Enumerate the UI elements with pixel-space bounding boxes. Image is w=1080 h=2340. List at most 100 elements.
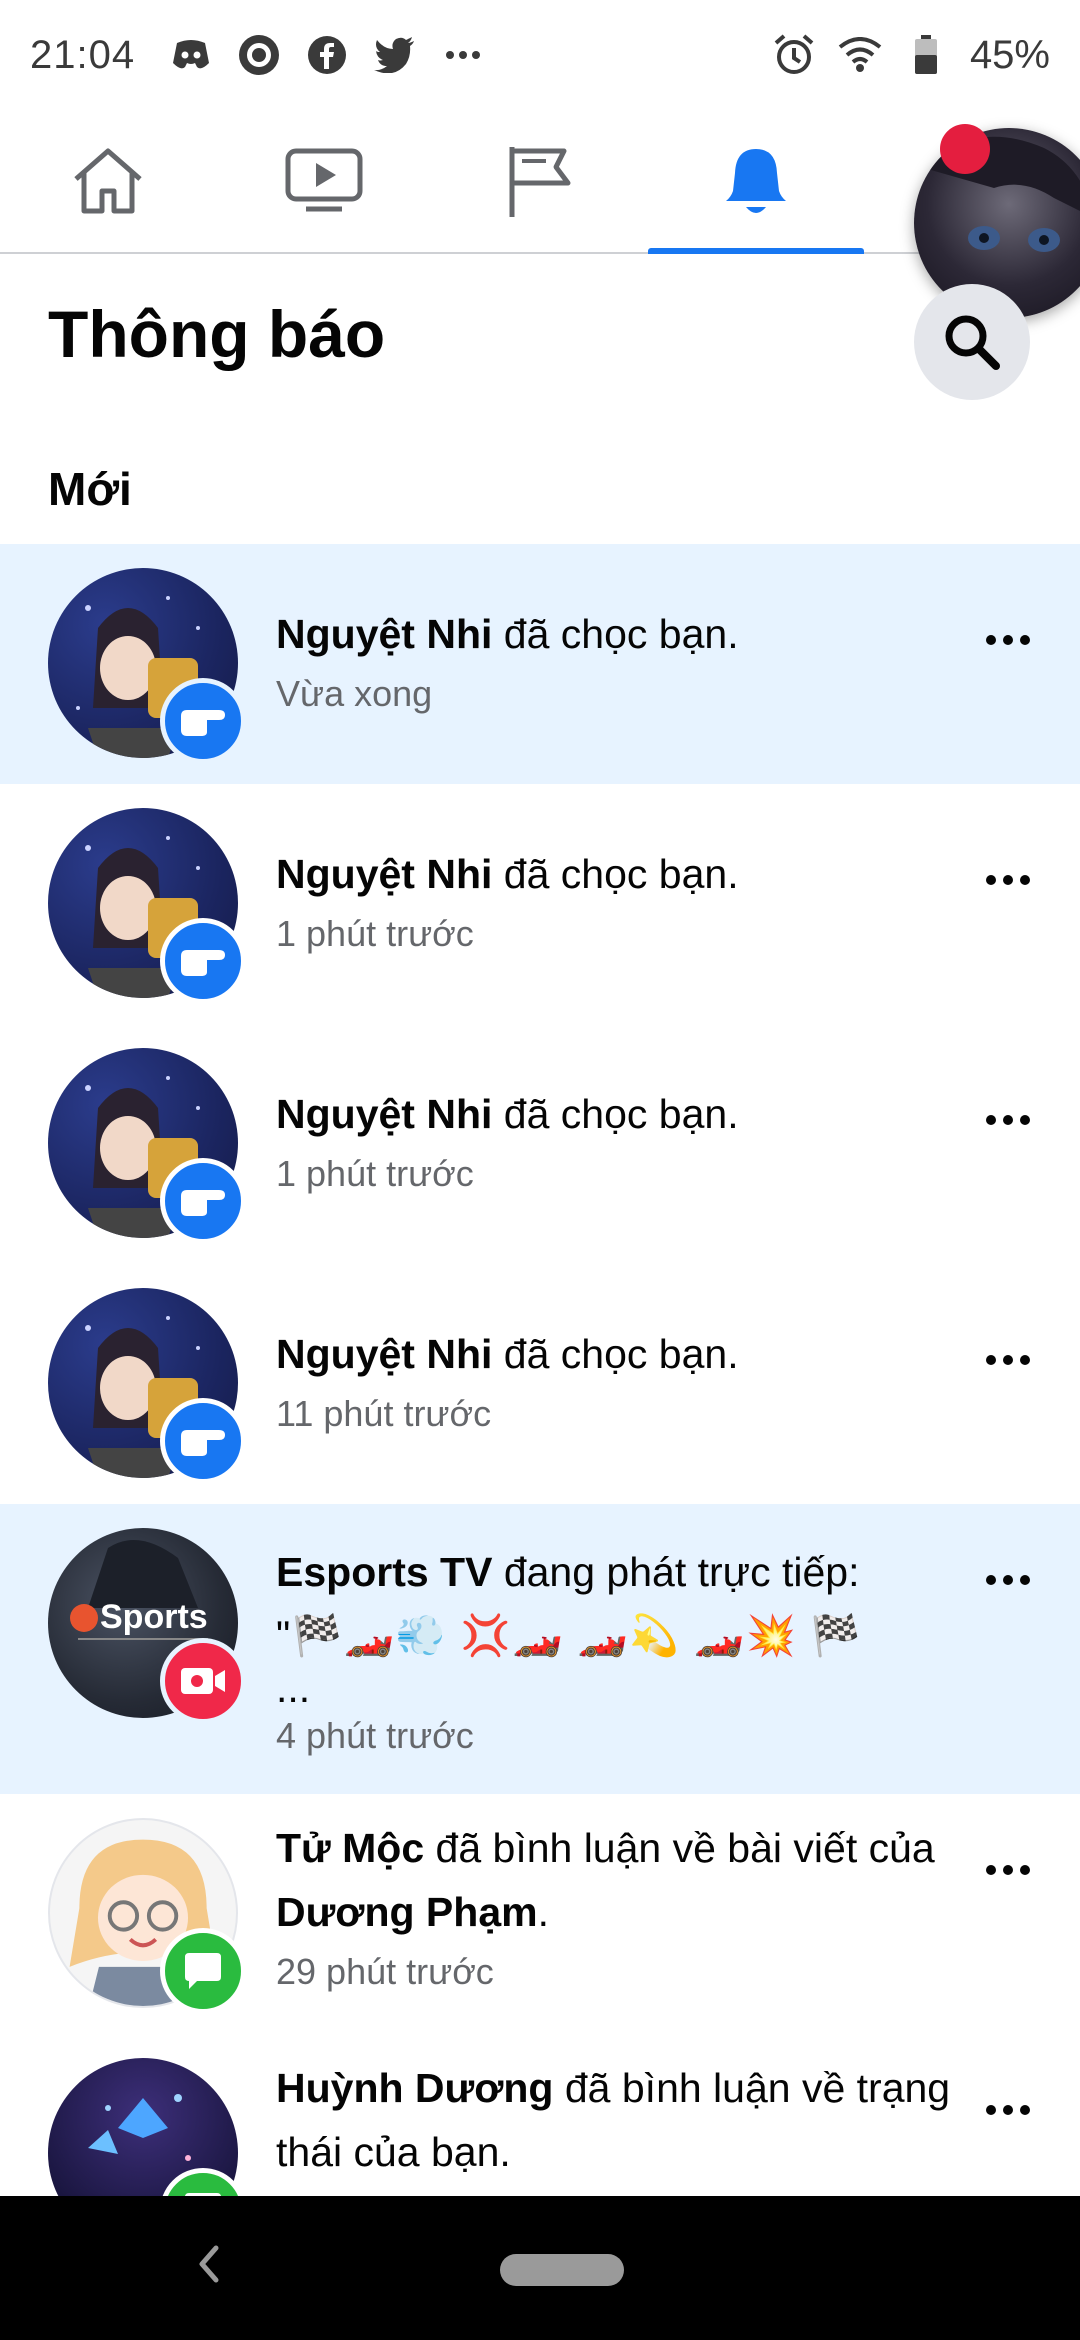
notification-text-ellipsis: ... <box>276 1665 311 1711</box>
notification-item[interactable]: Nguyệt Nhi đã chọc bạn. 11 phút trước <box>0 1264 1080 1504</box>
notification-text: Nguyệt Nhi đã chọc bạn. <box>276 842 952 906</box>
page-title: Thông báo <box>48 297 386 371</box>
twitter-icon <box>373 33 417 77</box>
more-options-button[interactable] <box>976 620 1040 660</box>
notification-item[interactable]: Nguyệt Nhi đã chọc bạn. Vừa xong <box>0 544 1080 784</box>
target-name: Dương Phạm <box>276 1889 538 1935</box>
notification-body: Nguyệt Nhi đã chọc bạn. 1 phút trước <box>276 1082 952 1198</box>
notification-time: 11 phút trước <box>276 1393 492 1434</box>
actor-name: Esports TV <box>276 1549 493 1595</box>
action-text: đã chọc bạn. <box>492 1331 739 1377</box>
action-text: đang phát trực tiếp: <box>492 1549 860 1595</box>
wifi-icon <box>838 33 882 77</box>
notification-body: Nguyệt Nhi đã chọc bạn. 11 phút trước <box>276 1322 952 1438</box>
poke-icon <box>181 1190 225 1216</box>
status-time: 21:04 <box>30 32 136 77</box>
more-options-button[interactable] <box>976 1100 1040 1140</box>
notification-text-extra: "🏁🏎️💨 💢🏎️ 🏎️💫 🏎️💥 🏁 <box>276 1614 863 1658</box>
poke-badge <box>160 678 246 764</box>
avatar-wrap <box>48 568 248 768</box>
poke-icon <box>181 1430 225 1456</box>
back-icon[interactable] <box>196 2244 220 2284</box>
poke-badge <box>160 918 246 1004</box>
chat-head-notification-dot <box>940 124 990 174</box>
live-badge <box>160 1638 246 1724</box>
avatar-wrap <box>48 808 248 1008</box>
tab-watch[interactable] <box>216 110 432 252</box>
action-text: đã chọc bạn. <box>492 611 739 657</box>
svg-text:Sports: Sports <box>100 1598 208 1636</box>
more-options-button[interactable] <box>976 1560 1040 1600</box>
home-pill-button[interactable] <box>500 2254 624 2286</box>
notification-list: Nguyệt Nhi đã chọc bạn. Vừa xong Nguyệt … <box>0 544 1080 2254</box>
tab-home[interactable] <box>0 110 216 252</box>
actor-name: Huỳnh Dương <box>276 2065 554 2111</box>
more-options-button[interactable] <box>976 860 1040 900</box>
search-button[interactable] <box>914 284 1030 400</box>
status-bar: 21:04 45% <box>0 0 1080 110</box>
alarm-icon <box>772 33 816 77</box>
notification-body: Nguyệt Nhi đã chọc bạn. Vừa xong <box>276 602 952 718</box>
page-header: Thông báo <box>0 254 1080 424</box>
poke-icon <box>181 710 225 736</box>
avatar-wrap <box>48 1048 248 1248</box>
battery-icon <box>904 33 948 77</box>
notification-time: Vừa xong <box>276 673 433 714</box>
discord-icon <box>169 33 213 77</box>
more-options-button[interactable] <box>976 1850 1040 1890</box>
app-icon <box>237 33 281 77</box>
poke-icon <box>181 950 225 976</box>
action-text: đã bình luận về bài viết của <box>424 1825 935 1871</box>
section-label-new: Mới <box>48 463 132 515</box>
comment-badge <box>160 1928 246 2014</box>
action-text: đã chọc bạn. <box>492 1091 739 1137</box>
actor-name: Nguyệt Nhi <box>276 1091 493 1137</box>
more-icon <box>441 33 485 77</box>
home-icon <box>74 148 142 214</box>
notification-body: Esports TV đang phát trực tiếp: "🏁🏎️💨 💢🏎… <box>276 1540 952 1760</box>
actor-name: Nguyệt Nhi <box>276 851 493 897</box>
battery-percent: 45% <box>969 32 1050 77</box>
notification-item[interactable]: Sports Esports TV đang phát trực tiếp: "… <box>0 1504 1080 1794</box>
action-text: đã chọc bạn. <box>492 851 739 897</box>
notification-time: 1 phút trước <box>276 1153 474 1194</box>
notification-text: Nguyệt Nhi đã chọc bạn. <box>276 1322 952 1386</box>
status-right: 45% <box>772 33 1050 78</box>
notification-text: Nguyệt Nhi đã chọc bạn. <box>276 1082 952 1146</box>
notification-text: Huỳnh Dương đã bình luận về trạng thái c… <box>276 2056 952 2184</box>
notification-text: Tử Mộc đã bình luận về bài viết của Dươn… <box>276 1816 952 1944</box>
poke-badge <box>160 1158 246 1244</box>
tab-notifications[interactable] <box>648 110 864 254</box>
notification-time: 29 phút trước <box>276 1951 494 1992</box>
status-left-icons <box>169 33 485 77</box>
avatar-wrap <box>48 1818 248 2018</box>
actor-name: Nguyệt Nhi <box>276 1331 493 1377</box>
live-video-icon <box>181 1668 225 1694</box>
bell-icon <box>726 149 786 213</box>
action-tail: . <box>537 1889 549 1935</box>
notification-body: Huỳnh Dương đã bình luận về trạng thái c… <box>276 2056 952 2184</box>
comment-icon <box>185 1953 221 1989</box>
more-options-button[interactable] <box>976 1340 1040 1380</box>
notification-item[interactable]: Tử Mộc đã bình luận về bài viết của Dươn… <box>0 1794 1080 2034</box>
flag-icon <box>509 147 571 217</box>
actor-name: Nguyệt Nhi <box>276 611 493 657</box>
facebook-icon <box>305 33 349 77</box>
notification-item[interactable]: Nguyệt Nhi đã chọc bạn. 1 phút trước <box>0 1024 1080 1264</box>
notification-body: Tử Mộc đã bình luận về bài viết của Dươn… <box>276 1816 952 1996</box>
video-icon <box>285 148 363 212</box>
avatar-wrap <box>48 1288 248 1488</box>
tab-pages[interactable] <box>432 110 648 252</box>
notification-time: 1 phút trước <box>276 913 474 954</box>
notification-time: 4 phút trước <box>276 1715 474 1756</box>
notification-item[interactable]: Nguyệt Nhi đã chọc bạn. 1 phút trước <box>0 784 1080 1024</box>
avatar-wrap: Sports <box>48 1528 248 1728</box>
search-icon <box>945 315 1000 370</box>
notification-text: Esports TV đang phát trực tiếp: <box>276 1540 952 1604</box>
more-options-button[interactable] <box>976 2090 1040 2130</box>
poke-badge <box>160 1398 246 1484</box>
notification-body: Nguyệt Nhi đã chọc bạn. 1 phút trước <box>276 842 952 958</box>
system-navigation-bar <box>0 2196 1080 2340</box>
actor-name: Tử Mộc <box>276 1825 425 1871</box>
notification-text: Nguyệt Nhi đã chọc bạn. <box>276 602 952 666</box>
